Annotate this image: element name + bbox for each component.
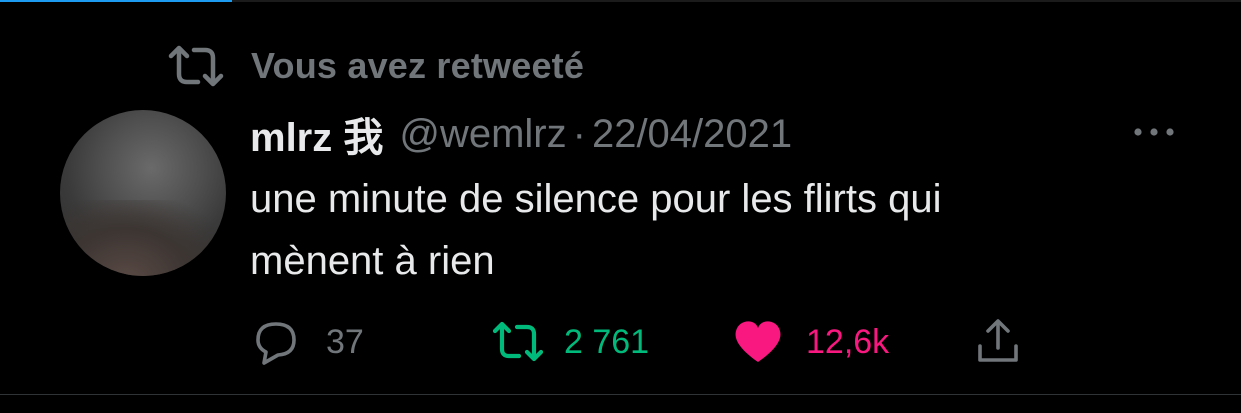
retweet-context-label: Vous avez retweeté [251, 45, 585, 86]
like-count: 12,6k [806, 322, 890, 361]
reply-bubble-icon [250, 316, 302, 368]
retweet-context-icon [167, 44, 225, 88]
retweet-context[interactable]: Vous avez retweeté [167, 42, 584, 90]
avatar-shading [60, 200, 226, 276]
avatar[interactable] [60, 110, 226, 276]
display-name[interactable]: mlrz 我 [250, 105, 383, 163]
retweet-button[interactable]: 2 761 [492, 314, 649, 370]
user-handle[interactable]: @wemlrz [399, 112, 566, 157]
heart-icon [732, 316, 784, 368]
share-icon [972, 316, 1024, 368]
tweet-date[interactable]: 22/04/2021 [592, 112, 792, 157]
tweet-text-line-1: une minute de silence pour les flirts qu… [250, 177, 942, 221]
tweet-text-line-2: mènent à rien [250, 239, 495, 283]
retweet-icon [492, 316, 544, 368]
share-button[interactable] [972, 314, 1024, 370]
like-button[interactable]: 12,6k [732, 314, 889, 370]
retweet-count: 2 761 [564, 322, 650, 361]
reply-button[interactable]: 37 [250, 314, 364, 370]
more-dots-icon[interactable] [1130, 118, 1178, 146]
tweet-actions: 37 2 761 12,6k [250, 314, 1050, 370]
top-accent-line [0, 0, 232, 2]
reply-count: 37 [326, 322, 364, 361]
header-separator: · [572, 111, 586, 156]
tweet-text: une minute de silence pour les flirts qu… [250, 168, 1190, 292]
tweet-header: mlrz 我 @wemlrz · 22/04/2021 [250, 105, 792, 163]
bottom-divider [0, 394, 1241, 395]
